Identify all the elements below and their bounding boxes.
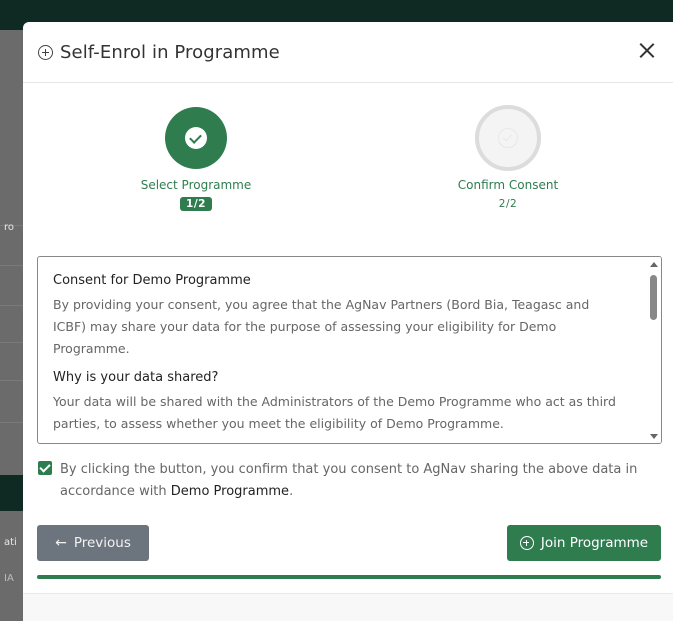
step-progress-fill bbox=[37, 575, 661, 579]
scroll-down-icon[interactable] bbox=[650, 434, 658, 439]
backdrop-text-fragment: ati bbox=[4, 537, 17, 548]
consent-checkbox-label: By clicking the button, you confirm that… bbox=[60, 459, 658, 503]
modal-footer bbox=[23, 593, 673, 621]
backdrop-text-fragment: ro bbox=[4, 222, 15, 233]
step-count: 2/2 bbox=[498, 198, 518, 210]
consent-paragraph: By providing your consent, you agree tha… bbox=[53, 297, 590, 356]
close-icon[interactable] bbox=[638, 41, 656, 59]
scroll-up-icon[interactable] bbox=[650, 262, 658, 267]
consent-paragraph: Your data will be shared with the Admini… bbox=[53, 394, 616, 431]
plus-circle-icon bbox=[519, 536, 534, 550]
step-pending-circle bbox=[475, 105, 541, 171]
check-circle-icon bbox=[498, 128, 518, 148]
join-programme-label: Join Programme bbox=[540, 535, 649, 551]
step-label: Confirm Consent bbox=[457, 178, 559, 192]
scrollbar-thumb[interactable] bbox=[650, 275, 657, 320]
plus-circle-icon bbox=[38, 44, 53, 60]
step-select-programme: Select Programme 1/2 bbox=[121, 107, 271, 211]
consent-subheading: Why is your data shared? bbox=[53, 370, 219, 385]
self-enrol-modal: Self-Enrol in Programme Select Programme… bbox=[23, 22, 673, 621]
consent-checkbox-row: By clicking the button, you confirm that… bbox=[38, 459, 658, 503]
consent-scrollbar[interactable] bbox=[647, 257, 661, 443]
step-label: Select Programme bbox=[140, 178, 252, 192]
modal-header: Self-Enrol in Programme bbox=[23, 22, 673, 83]
step-count-badge: 1/2 bbox=[180, 197, 212, 211]
programme-name: Demo Programme bbox=[170, 484, 290, 499]
step-complete-circle bbox=[165, 107, 227, 169]
consent-heading: Consent for Demo Programme bbox=[53, 273, 251, 288]
consent-checkbox[interactable] bbox=[38, 461, 52, 475]
step-progress-bar bbox=[37, 575, 661, 579]
consent-text-box[interactable]: Consent for Demo Programme By providing … bbox=[37, 256, 662, 444]
modal-title: Self-Enrol in Programme bbox=[60, 41, 280, 63]
previous-button-label: Previous bbox=[73, 535, 131, 551]
previous-button[interactable]: ← Previous bbox=[37, 525, 149, 561]
consent-checkbox-punctuation: . bbox=[289, 484, 294, 499]
consent-checkbox-text: By clicking the button, you confirm that… bbox=[60, 462, 638, 499]
page-content-backdrop: ro ati IA bbox=[0, 30, 23, 621]
join-programme-button[interactable]: Join Programme bbox=[507, 525, 661, 561]
backdrop-text-fragment: IA bbox=[4, 573, 14, 584]
check-circle-icon bbox=[185, 127, 207, 149]
step-confirm-consent: Confirm Consent 2/2 bbox=[433, 105, 583, 211]
arrow-left-icon: ← bbox=[55, 535, 67, 551]
